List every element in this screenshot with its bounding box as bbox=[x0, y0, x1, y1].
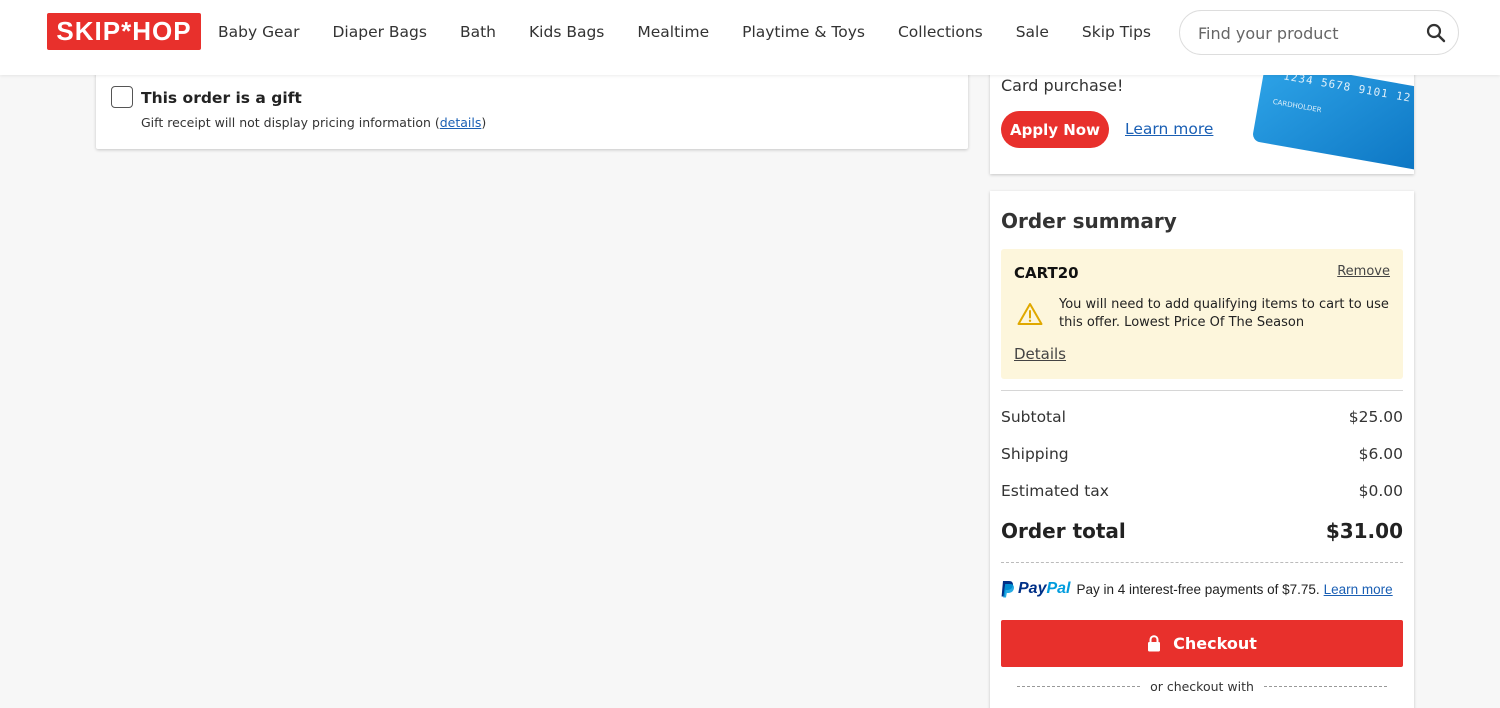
promo-code-box: CART20 Remove You will need to add quali… bbox=[1001, 249, 1403, 379]
order-total-row: Order total $31.00 bbox=[1001, 519, 1403, 543]
gift-note: Gift receipt will not display pricing in… bbox=[141, 115, 486, 130]
checkout-label: Checkout bbox=[1173, 634, 1257, 653]
paypal-pay-later: PayPal Pay in 4 interest-free payments o… bbox=[1001, 577, 1403, 601]
subtotal-row: Subtotal $25.00 bbox=[1001, 408, 1403, 426]
order-total-value: $31.00 bbox=[1325, 519, 1403, 543]
nav-item-kids-bags[interactable]: Kids Bags bbox=[529, 22, 604, 42]
search-icon[interactable] bbox=[1426, 23, 1446, 43]
promo-message: You will need to add qualifying items to… bbox=[1059, 297, 1389, 330]
tax-value: $0.00 bbox=[1358, 482, 1403, 500]
gift-note-prefix: Gift receipt will not display pricing in… bbox=[141, 115, 440, 130]
nav-item-baby-gear[interactable]: Baby Gear bbox=[218, 22, 300, 42]
or-checkout-with: or checkout with bbox=[1017, 679, 1388, 694]
promo-code: CART20 bbox=[1014, 264, 1079, 282]
gift-note-suffix: ) bbox=[481, 115, 487, 130]
credit-card-holder: CARDHOLDER bbox=[1272, 97, 1323, 115]
paypal-message: Pay in 4 interest-free payments of $7.75… bbox=[1076, 581, 1320, 597]
lock-icon bbox=[1148, 635, 1161, 652]
paypal-word-pay: Pay bbox=[1018, 580, 1047, 597]
nav-item-collections[interactable]: Collections bbox=[898, 22, 983, 42]
main-nav: Baby Gear Diaper Bags Bath Kids Bags Mea… bbox=[218, 22, 1184, 42]
gift-title: This order is a gift bbox=[141, 89, 302, 107]
tax-row: Estimated tax $0.00 bbox=[1001, 482, 1403, 500]
credit-learn-more-link[interactable]: Learn more bbox=[1125, 120, 1213, 138]
checkout-button[interactable]: Checkout bbox=[1001, 620, 1403, 667]
nav-item-sale[interactable]: Sale bbox=[1016, 22, 1049, 42]
remove-promo-link[interactable]: Remove bbox=[1337, 264, 1390, 279]
nav-item-bath[interactable]: Bath bbox=[460, 22, 496, 42]
credit-card-promo: Card purchase! Apply Now Learn more 1234… bbox=[990, 60, 1414, 174]
search-input[interactable] bbox=[1198, 22, 1418, 44]
nav-item-mealtime[interactable]: Mealtime bbox=[637, 22, 709, 42]
apply-now-button[interactable]: Apply Now bbox=[1001, 111, 1109, 148]
order-total-label: Order total bbox=[1001, 519, 1126, 543]
shipping-label: Shipping bbox=[1001, 445, 1069, 463]
summary-divider bbox=[1001, 390, 1403, 391]
or-checkout-text: or checkout with bbox=[1150, 679, 1254, 694]
gift-details-link[interactable]: details bbox=[440, 115, 482, 130]
paypal-icon bbox=[1001, 581, 1015, 598]
subtotal-label: Subtotal bbox=[1001, 408, 1066, 426]
order-summary: Order summary CART20 Remove You will nee… bbox=[990, 191, 1414, 708]
credit-promo-text: Card purchase! bbox=[1001, 76, 1124, 95]
paypal-learn-more-link[interactable]: Learn more bbox=[1324, 582, 1393, 597]
shipping-row: Shipping $6.00 bbox=[1001, 445, 1403, 463]
logo-text: SKIP*HOP bbox=[56, 16, 192, 46]
site-header: SKIP*HOP Baby Gear Diaper Bags Bath Kids… bbox=[0, 0, 1500, 75]
warning-icon bbox=[1017, 303, 1043, 325]
order-summary-title: Order summary bbox=[1001, 209, 1177, 233]
shipping-value: $6.00 bbox=[1358, 445, 1403, 463]
or-line-right bbox=[1263, 686, 1388, 687]
credit-card-image: 1234 5678 9101 12 CARDHOLDER bbox=[1251, 60, 1414, 174]
tax-label: Estimated tax bbox=[1001, 482, 1109, 500]
total-divider bbox=[1001, 562, 1403, 563]
gift-checkbox[interactable] bbox=[111, 86, 133, 108]
paypal-logo: PayPal bbox=[1001, 580, 1070, 598]
nav-item-diaper-bags[interactable]: Diaper Bags bbox=[333, 22, 427, 42]
paypal-word-pal: Pal bbox=[1046, 580, 1071, 597]
or-line-left bbox=[1017, 686, 1141, 687]
nav-item-playtime-toys[interactable]: Playtime & Toys bbox=[742, 22, 865, 42]
skip-hop-logo[interactable]: SKIP*HOP bbox=[47, 13, 201, 50]
search-box bbox=[1179, 10, 1459, 55]
promo-details-link[interactable]: Details bbox=[1014, 345, 1066, 363]
nav-item-skip-tips[interactable]: Skip Tips bbox=[1082, 22, 1151, 42]
subtotal-value: $25.00 bbox=[1348, 408, 1403, 426]
